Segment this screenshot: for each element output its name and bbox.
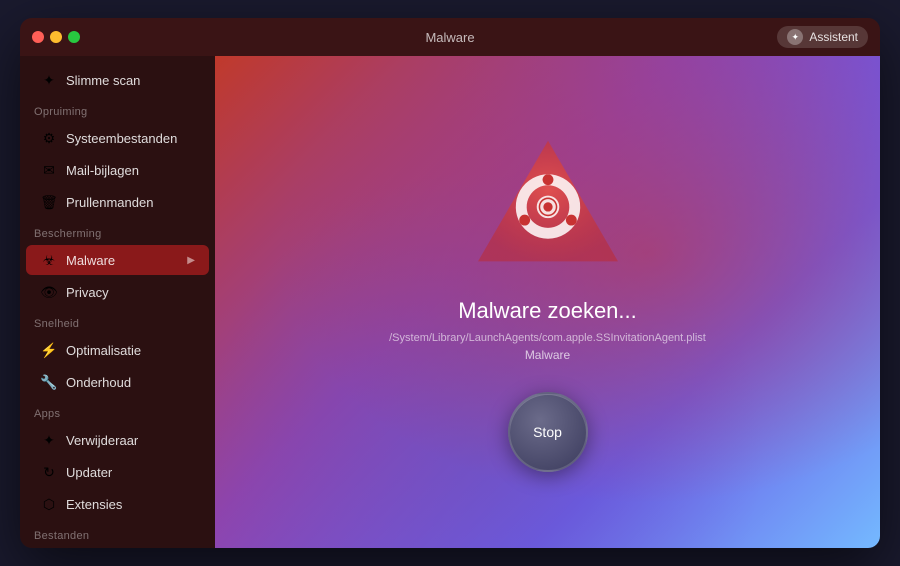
scan-category: Malware	[525, 348, 570, 362]
titlebar: Malware ✦ Assistent	[20, 18, 880, 56]
verwijderaar-icon: ✦	[40, 431, 58, 449]
privacy-label: Privacy	[66, 285, 195, 300]
traffic-lights	[32, 31, 80, 43]
stop-button[interactable]: Stop	[508, 392, 588, 472]
prullenmanden-label: Prullenmanden	[66, 195, 195, 210]
optimalisatie-label: Optimalisatie	[66, 343, 195, 358]
section-opruiming: Opruiming	[20, 96, 215, 122]
sidebar-item-extensies[interactable]: ⬡ Extensies	[26, 489, 209, 519]
assistant-icon: ✦	[787, 29, 803, 45]
malware-label: Malware	[66, 253, 179, 268]
updater-icon: ↻	[40, 463, 58, 481]
window-title: Malware	[425, 30, 474, 45]
section-apps: Apps	[20, 398, 215, 424]
scan-content-area: Malware zoeken... /System/Library/Launch…	[215, 56, 880, 548]
sidebar-item-optimalisatie[interactable]: ⚡ Optimalisatie	[26, 335, 209, 365]
biohazard-triangle-icon	[468, 133, 628, 273]
app-window: Malware ✦ Assistent ✦ Slimme scan Opruim…	[20, 18, 880, 548]
scan-title: Malware zoeken...	[458, 298, 637, 324]
sidebar-item-prullenmanden[interactable]: 🗑 Prullenmanden	[26, 187, 209, 217]
sidebar-item-slimme-scan[interactable]: ✦ Slimme scan	[26, 65, 209, 95]
extensies-label: Extensies	[66, 497, 195, 512]
sidebar-item-onderhoud[interactable]: 🔧 Onderhoud	[26, 367, 209, 397]
sidebar-item-updater[interactable]: ↻ Updater	[26, 457, 209, 487]
privacy-icon: 👁	[40, 283, 58, 301]
onderhoud-label: Onderhoud	[66, 375, 195, 390]
assistant-label: Assistent	[809, 30, 858, 44]
sidebar-item-ruimtezoeker[interactable]: ◎ Ruimtezoeker	[26, 547, 209, 548]
malware-arrow: ▶	[187, 255, 195, 266]
sidebar-item-mail-bijlagen[interactable]: ✉ Mail-bijlagen	[26, 155, 209, 185]
sidebar-item-privacy[interactable]: 👁 Privacy	[26, 277, 209, 307]
sidebar: ✦ Slimme scan Opruiming ⚙ Systeembestand…	[20, 56, 215, 548]
sidebar-item-systeembestanden[interactable]: ⚙ Systeembestanden	[26, 123, 209, 153]
main-layout: ✦ Slimme scan Opruiming ⚙ Systeembestand…	[20, 56, 880, 548]
section-bestanden: Bestanden	[20, 520, 215, 546]
updater-label: Updater	[66, 465, 195, 480]
optimalisatie-icon: ⚡	[40, 341, 58, 359]
malware-icon: ☣	[40, 251, 58, 269]
biohazard-icon-wrapper	[468, 133, 628, 278]
systeembestanden-icon: ⚙	[40, 129, 58, 147]
maximize-button[interactable]	[68, 31, 80, 43]
close-button[interactable]	[32, 31, 44, 43]
prullenmanden-icon: 🗑	[40, 193, 58, 211]
systeembestanden-label: Systeembestanden	[66, 131, 195, 146]
extensies-icon: ⬡	[40, 495, 58, 513]
scan-path: /System/Library/LaunchAgents/com.apple.S…	[389, 332, 706, 344]
section-snelheid: Snelheid	[20, 308, 215, 334]
sidebar-item-malware[interactable]: ☣ Malware ▶	[26, 245, 209, 275]
sidebar-item-verwijderaar[interactable]: ✦ Verwijderaar	[26, 425, 209, 455]
onderhoud-icon: 🔧	[40, 373, 58, 391]
mail-bijlagen-label: Mail-bijlagen	[66, 163, 195, 178]
slimme-scan-icon: ✦	[40, 71, 58, 89]
section-bescherming: Bescherming	[20, 218, 215, 244]
mail-bijlagen-icon: ✉	[40, 161, 58, 179]
slimme-scan-label: Slimme scan	[66, 73, 195, 88]
verwijderaar-label: Verwijderaar	[66, 433, 195, 448]
assistant-button[interactable]: ✦ Assistent	[777, 26, 868, 48]
stop-button-label: Stop	[533, 424, 562, 440]
minimize-button[interactable]	[50, 31, 62, 43]
